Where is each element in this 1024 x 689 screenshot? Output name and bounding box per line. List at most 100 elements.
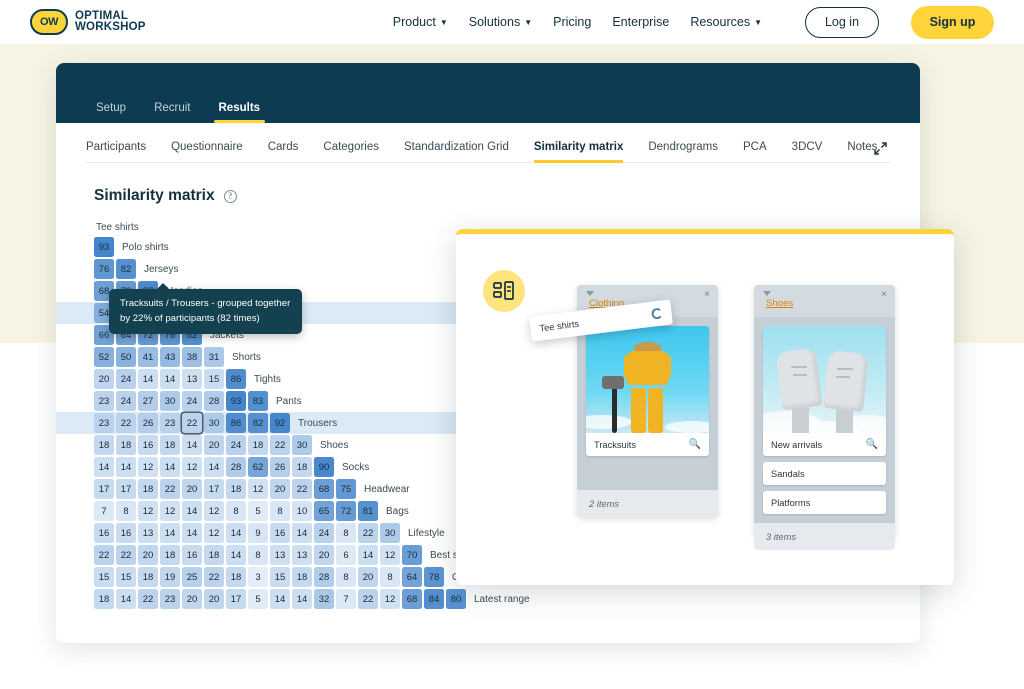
matrix-cell[interactable]: 18: [94, 589, 114, 609]
matrix-cell[interactable]: 14: [116, 589, 136, 609]
matrix-cell[interactable]: 20: [182, 589, 202, 609]
matrix-cell[interactable]: 3: [248, 567, 268, 587]
matrix-cell[interactable]: 26: [138, 413, 158, 433]
matrix-cell[interactable]: 92: [270, 413, 290, 433]
nav-item-solutions[interactable]: Solutions ▼: [469, 15, 532, 29]
matrix-cell[interactable]: 22: [182, 413, 202, 433]
matrix-cell[interactable]: 20: [314, 545, 334, 565]
matrix-cell[interactable]: 16: [94, 523, 114, 543]
matrix-cell[interactable]: 93: [94, 237, 114, 257]
matrix-cell[interactable]: 14: [160, 457, 180, 477]
matrix-cell[interactable]: 82: [116, 259, 136, 279]
matrix-cell[interactable]: 12: [204, 501, 224, 521]
matrix-cell[interactable]: 18: [248, 435, 268, 455]
matrix-cell[interactable]: 43: [160, 347, 180, 367]
subtab-participants[interactable]: Participants: [86, 141, 146, 162]
matrix-cell[interactable]: 24: [226, 435, 246, 455]
matrix-cell[interactable]: 24: [182, 391, 202, 411]
signup-button[interactable]: Sign up: [911, 5, 994, 39]
matrix-cell[interactable]: 30: [380, 523, 400, 543]
matrix-cell[interactable]: 62: [248, 457, 268, 477]
tab-recruit[interactable]: Recruit: [152, 102, 192, 123]
matrix-cell[interactable]: 22: [160, 479, 180, 499]
matrix-cell[interactable]: 17: [94, 479, 114, 499]
matrix-cell[interactable]: 14: [270, 589, 290, 609]
matrix-cell[interactable]: 81: [358, 501, 378, 521]
matrix-cell[interactable]: 12: [138, 457, 158, 477]
matrix-cell[interactable]: 8: [336, 567, 356, 587]
optimal-workshop-logo[interactable]: OW OPTIMAL WORKSHOP: [30, 9, 146, 35]
nav-item-enterprise[interactable]: Enterprise: [612, 15, 669, 29]
matrix-cell[interactable]: 86: [226, 369, 246, 389]
matrix-cell[interactable]: 22: [358, 523, 378, 543]
matrix-cell[interactable]: 8: [116, 501, 136, 521]
matrix-cell[interactable]: 9: [248, 523, 268, 543]
matrix-cell[interactable]: 14: [226, 545, 246, 565]
subtab-dendrograms[interactable]: Dendrograms: [648, 141, 718, 162]
matrix-cell[interactable]: 14: [138, 369, 158, 389]
matrix-cell[interactable]: 5: [248, 501, 268, 521]
matrix-cell[interactable]: 17: [226, 589, 246, 609]
matrix-cell[interactable]: 86: [226, 413, 246, 433]
matrix-cell[interactable]: 18: [160, 435, 180, 455]
matrix-cell[interactable]: 18: [94, 435, 114, 455]
matrix-cell[interactable]: 24: [314, 523, 334, 543]
matrix-cell[interactable]: 18: [138, 479, 158, 499]
matrix-cell[interactable]: 23: [160, 413, 180, 433]
matrix-cell[interactable]: 90: [314, 457, 334, 477]
matrix-cell[interactable]: 22: [94, 545, 114, 565]
matrix-cell[interactable]: 18: [226, 567, 246, 587]
matrix-cell[interactable]: 12: [138, 501, 158, 521]
matrix-cell[interactable]: 8: [270, 501, 290, 521]
matrix-cell[interactable]: 10: [292, 501, 312, 521]
magnifier-icon[interactable]: 🔍: [689, 439, 701, 450]
matrix-cell[interactable]: 14: [182, 435, 202, 455]
subtab-3dcv[interactable]: 3DCV: [792, 141, 823, 162]
subtab-similarity-matrix[interactable]: Similarity matrix: [533, 141, 624, 163]
matrix-cell[interactable]: 31: [204, 347, 224, 367]
matrix-cell[interactable]: 22: [138, 589, 158, 609]
matrix-cell[interactable]: 14: [94, 457, 114, 477]
matrix-cell[interactable]: 15: [270, 567, 290, 587]
matrix-cell[interactable]: 14: [226, 523, 246, 543]
matrix-cell[interactable]: 64: [402, 567, 422, 587]
matrix-cell[interactable]: 18: [292, 457, 312, 477]
matrix-cell[interactable]: 83: [248, 391, 268, 411]
matrix-cell[interactable]: 23: [94, 391, 114, 411]
subtab-categories[interactable]: Categories: [323, 141, 379, 162]
matrix-cell[interactable]: 13: [292, 545, 312, 565]
matrix-cell[interactable]: 68: [314, 479, 334, 499]
matrix-cell[interactable]: 24: [116, 391, 136, 411]
matrix-cell[interactable]: 75: [336, 479, 356, 499]
subtab-pca[interactable]: PCA: [743, 141, 767, 162]
matrix-cell[interactable]: 12: [380, 589, 400, 609]
matrix-cell[interactable]: 14: [160, 523, 180, 543]
matrix-cell[interactable]: 82: [248, 413, 268, 433]
matrix-cell[interactable]: 18: [160, 545, 180, 565]
list-item[interactable]: Tracksuits 🔍: [586, 326, 709, 456]
matrix-cell[interactable]: 14: [160, 369, 180, 389]
matrix-cell[interactable]: 30: [292, 435, 312, 455]
matrix-cell[interactable]: 93: [226, 391, 246, 411]
tab-setup[interactable]: Setup: [94, 102, 128, 123]
matrix-cell[interactable]: 14: [182, 523, 202, 543]
list-item[interactable]: New arrivals 🔍: [763, 326, 886, 456]
matrix-cell[interactable]: 28: [226, 457, 246, 477]
magnifier-icon[interactable]: 🔍: [866, 439, 878, 450]
matrix-cell[interactable]: 65: [314, 501, 334, 521]
matrix-cell[interactable]: 16: [138, 435, 158, 455]
matrix-cell[interactable]: 26: [270, 457, 290, 477]
matrix-cell[interactable]: 20: [270, 479, 290, 499]
matrix-cell[interactable]: 12: [248, 479, 268, 499]
subtab-standardization-grid[interactable]: Standardization Grid: [404, 141, 509, 162]
matrix-cell[interactable]: 5: [248, 589, 268, 609]
matrix-cell[interactable]: 20: [94, 369, 114, 389]
matrix-cell[interactable]: 18: [226, 479, 246, 499]
matrix-cell[interactable]: 22: [204, 567, 224, 587]
matrix-cell[interactable]: 20: [182, 479, 202, 499]
login-button[interactable]: Log in: [805, 6, 879, 38]
matrix-cell[interactable]: 14: [182, 501, 202, 521]
matrix-cell[interactable]: 18: [204, 545, 224, 565]
matrix-cell[interactable]: 18: [292, 567, 312, 587]
matrix-cell[interactable]: 23: [160, 589, 180, 609]
